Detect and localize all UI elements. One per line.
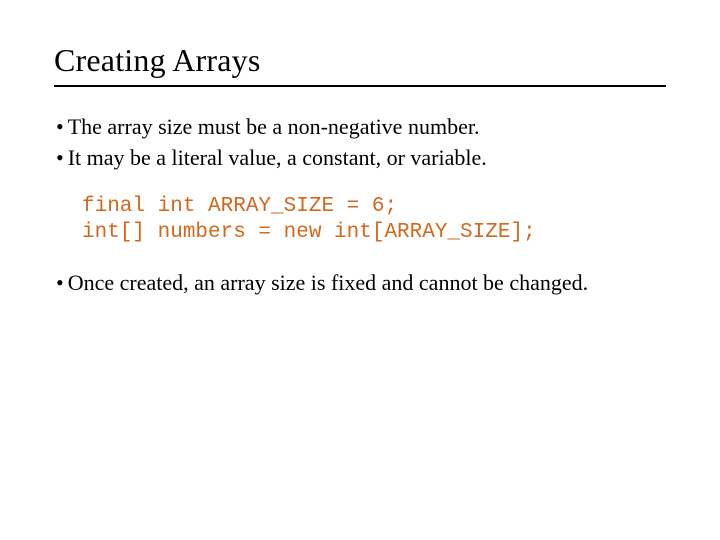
- bullet-text: The array size must be a non-negative nu…: [68, 113, 666, 142]
- bullet-text: Once created, an array size is fixed and…: [68, 269, 666, 298]
- bullet-item: • The array size must be a non-negative …: [56, 113, 666, 142]
- title-underline: [54, 85, 666, 87]
- slide: Creating Arrays • The array size must be…: [0, 0, 720, 540]
- bullet-text: It may be a literal value, a constant, o…: [68, 144, 666, 173]
- slide-body: • The array size must be a non-negative …: [54, 113, 666, 297]
- bullet-item: • Once created, an array size is fixed a…: [56, 269, 666, 298]
- code-block: final int ARRAY_SIZE = 6; int[] numbers …: [82, 194, 666, 247]
- bullet-icon: •: [56, 113, 64, 142]
- bullet-item: • It may be a literal value, a constant,…: [56, 144, 666, 173]
- bullet-icon: •: [56, 269, 64, 298]
- slide-title: Creating Arrays: [54, 42, 666, 79]
- code-line: int[] numbers = new int[ARRAY_SIZE];: [82, 221, 536, 244]
- code-line: final int ARRAY_SIZE = 6;: [82, 195, 397, 218]
- bullet-icon: •: [56, 144, 64, 173]
